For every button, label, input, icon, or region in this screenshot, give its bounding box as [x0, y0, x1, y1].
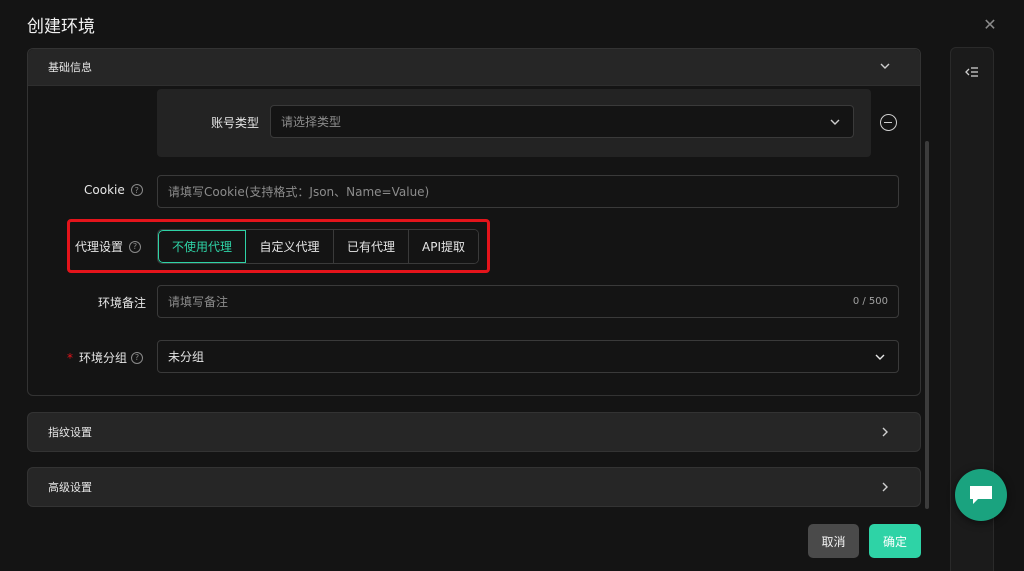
cookie-input[interactable]: 请填写Cookie(支持格式：Json、Name=Value) — [157, 175, 899, 208]
cookie-label: Cookie? — [84, 183, 143, 197]
help-icon[interactable]: ? — [130, 184, 143, 196]
group-select[interactable]: 未分组 — [157, 340, 899, 373]
account-type-select[interactable]: 请选择类型 — [270, 105, 854, 138]
help-icon[interactable]: ? — [131, 351, 144, 364]
chat-bubble-icon — [970, 486, 992, 504]
chevron-down-icon — [880, 63, 890, 69]
proxy-option-api[interactable]: API提取 — [409, 230, 478, 263]
proxy-label: 代理设置? — [75, 238, 142, 255]
required-mark: * — [67, 350, 73, 365]
note-label: 环境备注 — [98, 296, 147, 310]
help-icon[interactable]: ? — [129, 240, 142, 253]
scrollbar[interactable] — [925, 141, 929, 509]
advanced-title: 高级设置 — [48, 481, 92, 494]
advanced-section[interactable]: 高级设置 — [27, 467, 921, 507]
collapse-menu-icon[interactable] — [965, 66, 979, 78]
proxy-segmented-control: 不使用代理 自定义代理 已有代理 API提取 — [157, 229, 479, 264]
basic-info-header[interactable]: 基础信息 — [28, 49, 920, 86]
proxy-option-none[interactable]: 不使用代理 — [158, 230, 246, 263]
fingerprint-title: 指纹设置 — [48, 426, 92, 439]
note-input[interactable]: 请填写备注 0 / 500 — [157, 285, 899, 318]
confirm-button[interactable]: 确定 — [869, 524, 921, 558]
chevron-down-icon — [830, 119, 840, 125]
cancel-button[interactable]: 取消 — [808, 524, 859, 558]
dialog-title: 创建环境 — [27, 17, 95, 37]
proxy-option-custom[interactable]: 自定义代理 — [246, 230, 334, 263]
group-label: * 环境分组? — [67, 349, 144, 366]
chevron-down-icon — [875, 354, 885, 360]
note-char-counter: 0 / 500 — [852, 296, 888, 307]
basic-info-title: 基础信息 — [48, 61, 92, 74]
remove-account-type-icon[interactable] — [880, 114, 897, 131]
chevron-right-icon — [882, 482, 888, 492]
account-type-label: 账号类型 — [211, 116, 260, 130]
fingerprint-section[interactable]: 指纹设置 — [27, 412, 921, 452]
close-icon[interactable]: ✕ — [981, 16, 999, 34]
chevron-right-icon — [882, 427, 888, 437]
proxy-option-existing[interactable]: 已有代理 — [334, 230, 409, 263]
chat-support-button[interactable] — [955, 469, 1007, 521]
